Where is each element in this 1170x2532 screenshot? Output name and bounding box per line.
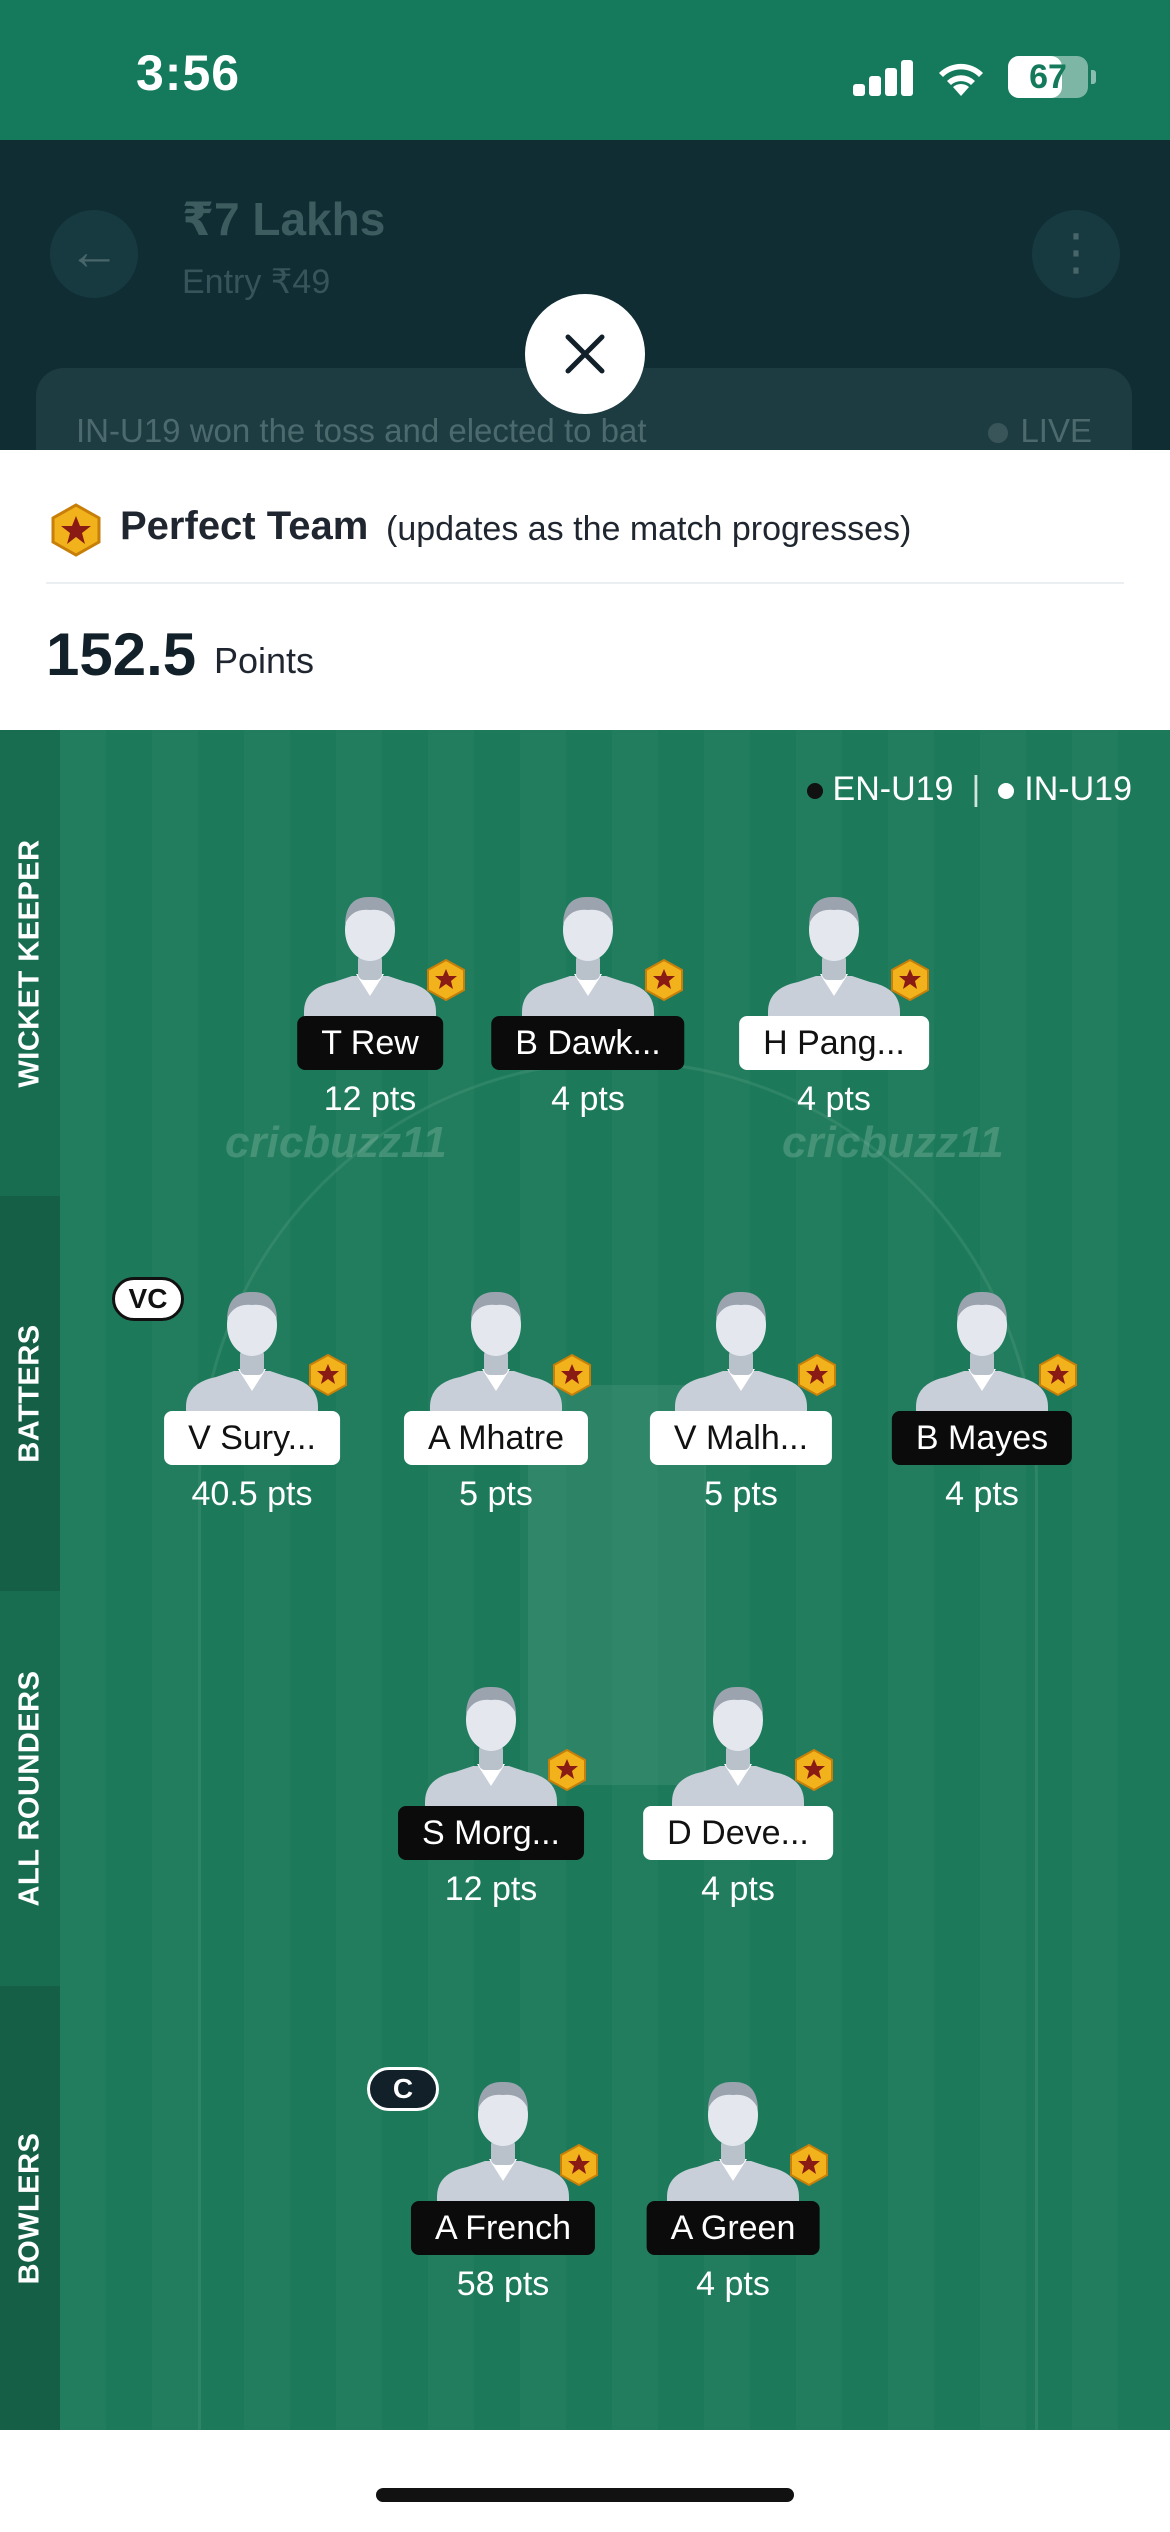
player-avatar-icon [675,1291,807,1423]
status-time: 3:56 [136,45,241,101]
player-card-wk-2[interactable]: B Dawk... 4 pts [478,888,698,1118]
player-points: 5 pts [704,1475,778,1513]
role-label-bowlers: BOWLERS [13,2132,46,2284]
role-label-batters: BATTERS [13,1324,46,1463]
perfect-team-title: Perfect Team [120,504,369,548]
live-dot-icon [988,423,1009,444]
player-card-bat-4[interactable]: B Mayes 4 pts [872,1283,1092,1513]
player-avatar-icon [430,1291,562,1423]
perfect-team-header: Perfect Team (updates as the match progr… [0,450,1170,730]
player-points: 40.5 pts [191,1475,313,1513]
player-card-bowl-1[interactable]: C A French 58 pts [367,2067,613,2303]
player-points: 4 pts [797,1080,871,1118]
team-field: cricbuzz11 cricbuzz11 WICKET KEEPER BATT… [0,730,1170,2430]
star-badge-icon [795,1748,833,1792]
battery-percent: 67 [1029,58,1067,96]
player-points: 58 pts [456,2265,550,2303]
contest-entry: Entry ₹49 [182,263,331,301]
player-name: H Pang... [739,1016,929,1070]
star-badge-icon [427,958,465,1002]
star-badge-icon [798,1353,836,1397]
team-legend: EN-U19 | IN-U19 [806,770,1132,809]
player-points: 4 pts [696,2265,770,2303]
watermark-logo: cricbuzz11 [782,1118,1004,1167]
player-card-bat-3[interactable]: V Malh... 5 pts [631,1283,851,1513]
star-badge-icon [891,958,929,1002]
player-points: 4 pts [551,1080,625,1118]
player-card-bowl-2[interactable]: A Green 4 pts [623,2073,843,2303]
player-avatar-icon [304,896,436,1028]
player-avatar-icon [522,896,654,1028]
player-points: 4 pts [701,1870,775,1908]
player-avatar-icon [186,1291,318,1423]
field-stripe [1072,730,1118,2430]
toss-text: IN-U19 won the toss and elected to bat [76,412,647,449]
star-badge-icon [548,1748,586,1792]
player-avatar-icon [437,2081,569,2213]
star-badge-icon [309,1353,347,1397]
player-name: A Green [646,2201,820,2255]
role-label-wicket-keeper: WICKET KEEPER [13,838,46,1088]
live-label: LIVE [1020,412,1092,449]
total-points-label: Points [214,640,315,681]
player-avatar-icon [916,1291,1048,1423]
captain-badge: C [367,2067,439,2111]
player-name: V Malh... [649,1411,833,1465]
player-card-ar-2[interactable]: D Deve... 4 pts [628,1678,848,1908]
player-avatar-icon [768,896,900,1028]
team2-dot-icon [998,783,1015,800]
player-card-wk-1[interactable]: T Rew 12 pts [260,888,480,1118]
legend-team1: EN-U19 [832,770,954,808]
cellular-signal-icon [853,60,915,96]
player-avatar-icon [672,1686,804,1818]
player-points: 4 pts [945,1475,1019,1513]
player-points: 5 pts [459,1475,533,1513]
player-name: V Sury... [164,1411,340,1465]
player-name: D Deve... [643,1806,833,1860]
player-name: B Dawk... [491,1016,685,1070]
more-menu-icon: ⋮ [1032,210,1120,298]
player-card-bat-1[interactable]: VC V Sury... 40.5 pts [112,1277,362,1513]
perfect-team-badge-icon [51,503,101,557]
back-arrow-icon: ← [50,210,138,298]
total-points-value: 152.5 [46,621,197,688]
perfect-team-subtitle: (updates as the match progresses) [386,510,912,548]
player-name: A Mhatre [403,1411,589,1465]
battery-icon: 67 [1008,56,1088,98]
field-stripe [152,730,198,2430]
player-name: T Rew [297,1016,443,1070]
star-badge-icon [645,958,683,1002]
legend-team2: IN-U19 [1024,770,1132,808]
close-button[interactable] [525,294,645,414]
player-card-bat-2[interactable]: A Mhatre 5 pts [386,1283,606,1513]
watermark-logo: cricbuzz11 [225,1118,447,1167]
player-name: S Morg... [398,1806,584,1860]
player-name: B Mayes [891,1411,1073,1465]
player-avatar-icon [667,2081,799,2213]
bottom-safe-area [0,2430,1170,2532]
team1-dot-icon [806,783,823,800]
star-badge-icon [553,1353,591,1397]
star-badge-icon [790,2143,828,2187]
star-badge-icon [1039,1353,1077,1397]
player-name: A French [410,2201,596,2255]
player-points: 12 pts [323,1080,417,1118]
live-status: LIVE [988,412,1092,450]
player-card-wk-3[interactable]: H Pang... 4 pts [724,888,944,1118]
battery-tip [1091,70,1096,84]
player-points: 12 pts [444,1870,538,1908]
home-indicator[interactable] [376,2488,794,2502]
legend-separator: | [971,770,981,808]
player-card-ar-1[interactable]: S Morg... 12 pts [381,1678,601,1908]
close-icon [565,334,605,374]
player-avatar-icon [425,1686,557,1818]
role-label-all-rounders: ALL ROUNDERS [13,1670,46,1907]
vice-captain-badge: VC [112,1277,184,1321]
contest-prize: ₹7 Lakhs [182,193,386,245]
status-bar: 3:56 67 [0,0,1170,140]
wifi-icon [939,63,983,96]
field-stripe [60,730,106,2430]
star-badge-icon [560,2143,598,2187]
divider [46,582,1124,584]
